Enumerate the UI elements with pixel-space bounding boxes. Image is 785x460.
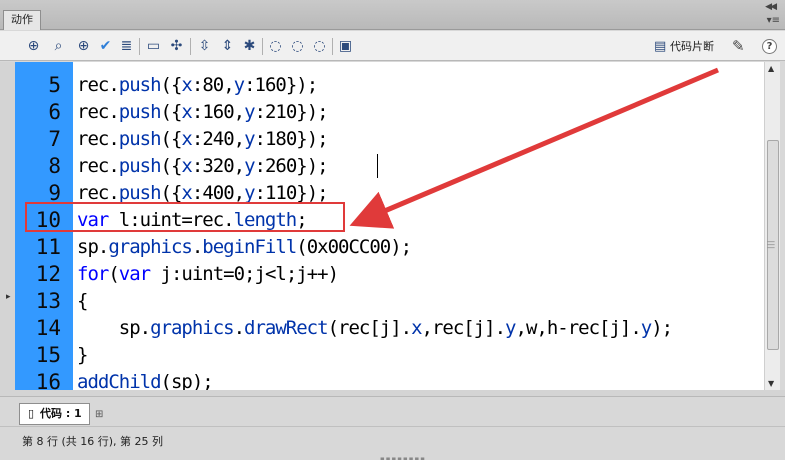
pin-script-icon[interactable]: ⊞ bbox=[95, 409, 103, 420]
scroll-down-icon[interactable]: ▼ bbox=[768, 379, 774, 388]
status-bar: 第 8 行 (共 16 行), 第 25 列 ▪▪▪▪▪▪▪▪ bbox=[0, 426, 785, 460]
tab-code-1[interactable]: ▯ 代码 : 1 bbox=[19, 403, 90, 425]
scroll-grip-icon: — — — bbox=[767, 237, 775, 252]
cursor-position-status: 第 8 行 (共 16 行), 第 25 列 bbox=[22, 435, 164, 448]
resize-grip-icon[interactable]: ▪▪▪▪▪▪▪▪ bbox=[380, 455, 426, 460]
script-tabs-bar: ▯ 代码 : 1 ⊞ bbox=[0, 396, 785, 426]
scroll-up-icon[interactable]: ▲ bbox=[768, 64, 774, 73]
vertical-scrollbar[interactable]: ▲ — — — ▼ bbox=[764, 62, 780, 390]
document-icon: ▯ bbox=[27, 407, 35, 420]
